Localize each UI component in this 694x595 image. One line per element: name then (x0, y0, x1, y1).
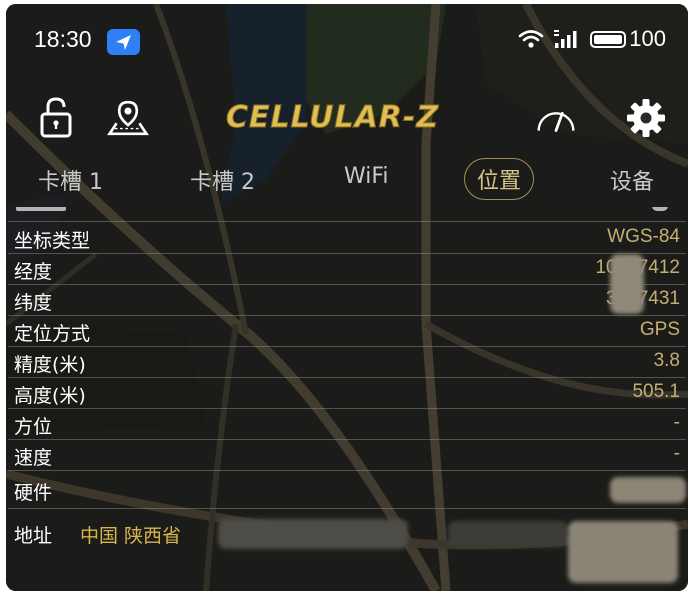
row-value: 505.1 (632, 381, 680, 402)
tab-location[interactable]: 位置 (464, 158, 535, 200)
lock-open-icon[interactable] (34, 96, 78, 140)
address-value: 中国 陕西省 (80, 525, 182, 547)
battery-level: 100 (629, 26, 666, 51)
row-positioning-method: 定位方式 GPS (8, 316, 686, 347)
row-value: WGS-84 (607, 226, 680, 247)
speed-gauge-icon[interactable] (534, 96, 578, 140)
redacted-block (218, 519, 408, 549)
logo-text: CELLULAR-Z (226, 100, 439, 135)
row-longitude: 经度 107. 7412 (8, 254, 686, 285)
row-label: 精度(米) (14, 354, 86, 376)
row-altitude: 高度(米) 505.1 (8, 378, 686, 409)
row-label: 方位 (14, 416, 53, 438)
redacted-block (610, 477, 686, 503)
row-bearing: 方位 - (8, 409, 686, 440)
row-value: GPS (639, 319, 680, 340)
row-value: - (673, 443, 680, 464)
row-address: 地址 中国 陕西省 (8, 509, 686, 589)
row-label: 纬度 (14, 292, 53, 314)
row-hardware: 硬件 (8, 471, 686, 509)
redacted-block (448, 521, 568, 547)
tab-sim-slot-2[interactable]: 卡槽 2 (190, 164, 255, 196)
battery-icon (590, 30, 627, 48)
wifi-icon (518, 30, 544, 48)
row-label: 硬件 (14, 482, 53, 504)
row-label: 定位方式 (14, 323, 91, 345)
gear-icon[interactable] (624, 96, 668, 140)
clipped-row (8, 207, 686, 222)
row-value: 3.8 (653, 350, 680, 371)
row-label: 经度 (14, 261, 53, 283)
row-label: 速度 (14, 447, 53, 469)
map-pin-icon[interactable] (106, 96, 150, 140)
tab-sim-slot-1[interactable]: 卡槽 1 (38, 164, 103, 196)
redacted-block (610, 254, 644, 314)
location-arrow-icon (107, 29, 140, 55)
row-label: 高度(米) (14, 385, 86, 407)
row-label: 坐标类型 (14, 230, 91, 252)
row-coordinate-type: 坐标类型 WGS-84 (8, 223, 686, 254)
row-latitude: 纬度 33. 7431 (8, 285, 686, 316)
tab-wifi[interactable]: WiFi (344, 164, 389, 189)
app-logo: CELLULAR-Z (222, 96, 472, 136)
status-icons: 100 (518, 26, 666, 52)
row-speed: 速度 - (8, 440, 686, 471)
tab-device[interactable]: 设备 (610, 164, 654, 196)
row-label: 地址 (14, 525, 53, 547)
redacted-block (568, 521, 678, 583)
row-value: - (673, 412, 680, 433)
status-time: 18:30 (34, 26, 92, 52)
cellular-signal-icon (554, 30, 577, 48)
row-accuracy: 精度(米) 3.8 (8, 347, 686, 378)
phone-screen: 18:30 100 CELLULAR-Z 卡槽 1 卡槽 2 WiFi 位置 设… (6, 4, 688, 591)
